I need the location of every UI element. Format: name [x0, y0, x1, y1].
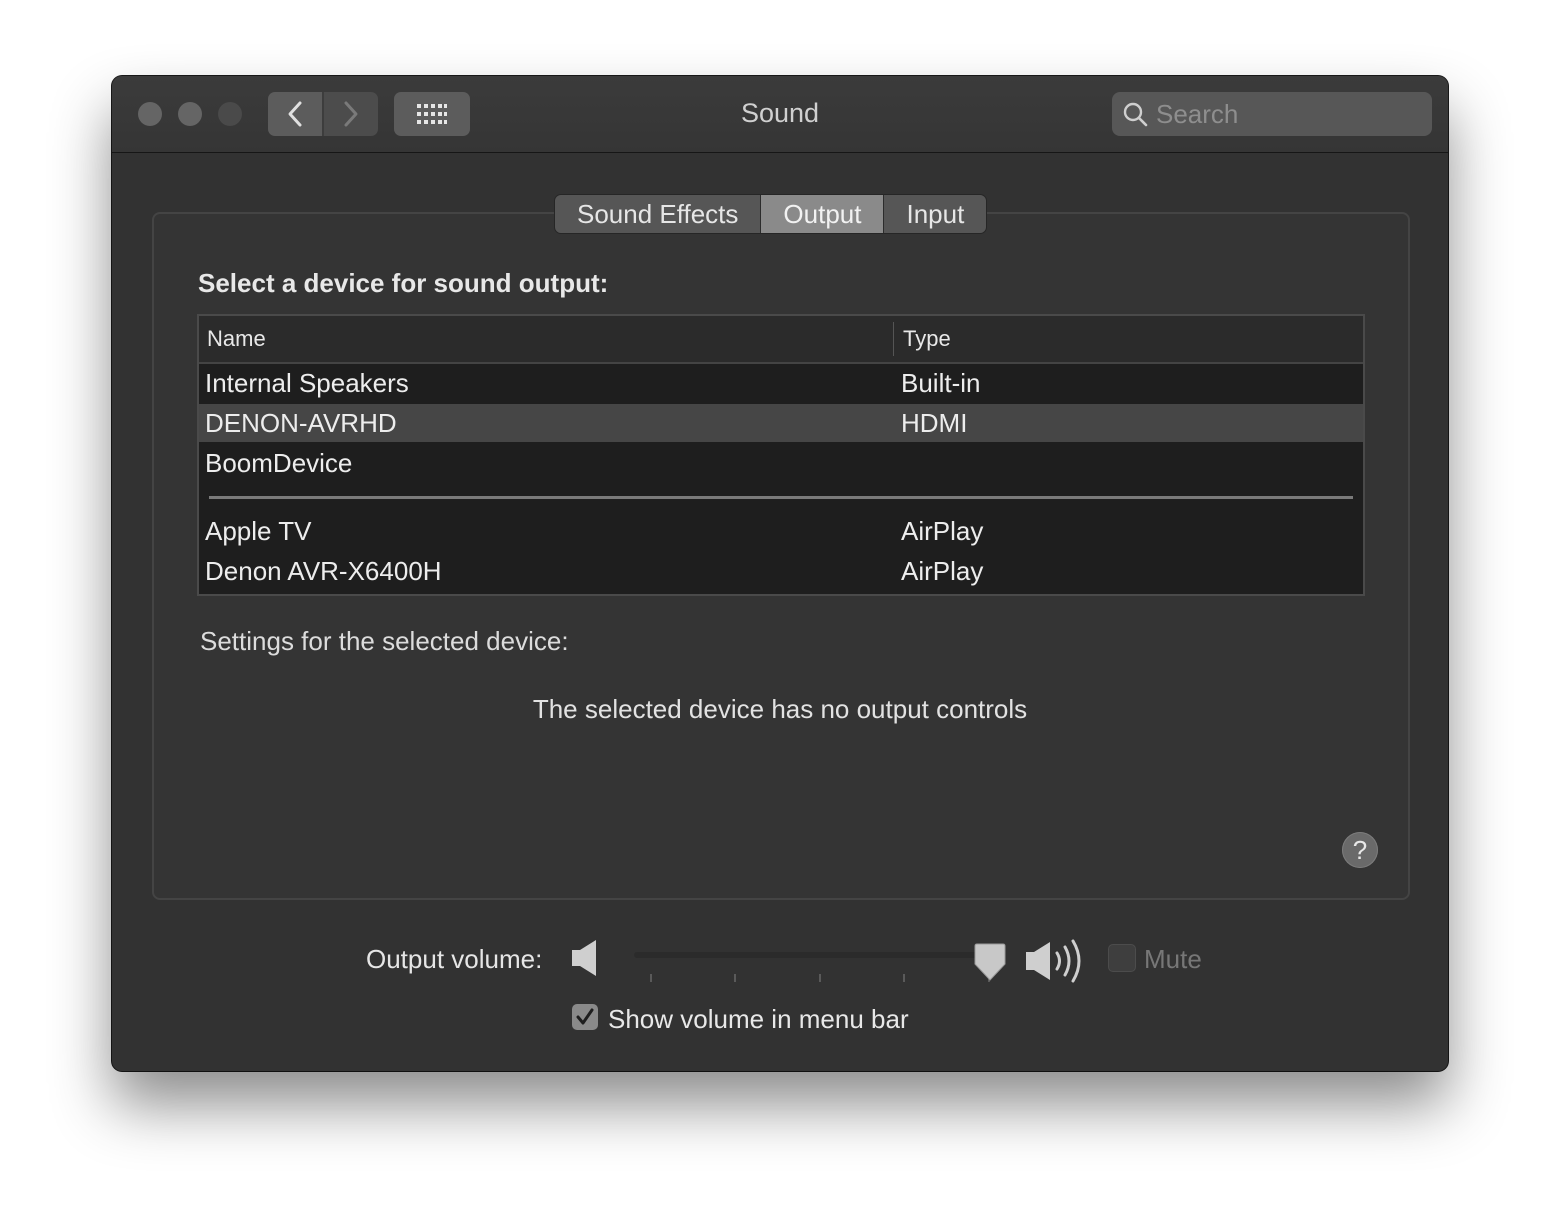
tab-output[interactable]: Output	[761, 195, 884, 233]
output-volume-label: Output volume:	[366, 944, 543, 974]
device-type: AirPlay	[901, 556, 984, 586]
mute-label: Mute	[1144, 944, 1202, 974]
output-device-heading: Select a device for sound output:	[198, 268, 609, 298]
device-type: Built-in	[901, 368, 981, 398]
device-name: Apple TV	[205, 516, 312, 546]
no-output-controls-message: The selected device has no output contro…	[532, 694, 1028, 724]
device-name: Internal Speakers	[205, 368, 409, 398]
mute-checkbox[interactable]	[1108, 944, 1136, 972]
device-type: AirPlay	[901, 516, 984, 546]
checkmark-icon	[576, 1008, 594, 1025]
slider-tick	[903, 974, 905, 982]
device-name: DENON-AVRHD	[205, 408, 397, 438]
help-button[interactable]: ?	[1342, 832, 1378, 868]
table-row-selected[interactable]: DENON-AVRHD HDMI	[199, 404, 1363, 442]
column-header-name[interactable]: Name	[207, 326, 266, 352]
slider-tick	[819, 974, 821, 982]
speaker-low-icon	[570, 938, 600, 983]
settings-label: Settings for the selected device:	[200, 626, 569, 656]
title-bar: Sound	[112, 76, 1448, 153]
search-field[interactable]	[1112, 92, 1432, 136]
output-device-table[interactable]: Name Type Internal Speakers Built-in DEN…	[197, 314, 1365, 596]
table-row[interactable]: Internal Speakers Built-in	[199, 364, 1363, 402]
device-name: BoomDevice	[205, 448, 353, 478]
airplay-section-divider	[209, 496, 1353, 499]
search-icon	[1122, 101, 1148, 127]
table-row[interactable]: Apple TV AirPlay	[199, 512, 1363, 550]
table-header: Name Type	[199, 316, 1363, 364]
device-type: HDMI	[901, 408, 968, 438]
table-row[interactable]: BoomDevice	[199, 444, 1363, 482]
tab-sound-effects[interactable]: Sound Effects	[555, 195, 762, 233]
show-volume-label: Show volume in menu bar	[608, 1004, 909, 1034]
tab-bar: Sound Effects Output Input	[554, 194, 988, 234]
table-row[interactable]: Denon AVR-X6400H AirPlay	[199, 552, 1363, 590]
volume-slider-thumb[interactable]	[974, 942, 1006, 987]
sound-preferences-window: Sound Sound Effects Output Input Select …	[112, 76, 1448, 1071]
device-name: Denon AVR-X6400H	[205, 556, 442, 586]
volume-slider-track[interactable]	[634, 952, 990, 958]
slider-tick	[734, 974, 736, 982]
tab-input[interactable]: Input	[883, 195, 987, 233]
show-volume-checkbox[interactable]	[572, 1004, 598, 1030]
slider-tick	[650, 974, 652, 982]
column-header-type[interactable]: Type	[903, 326, 951, 352]
speaker-high-icon	[1024, 936, 1090, 991]
search-input[interactable]	[1154, 97, 1408, 131]
column-separator[interactable]	[893, 322, 894, 356]
